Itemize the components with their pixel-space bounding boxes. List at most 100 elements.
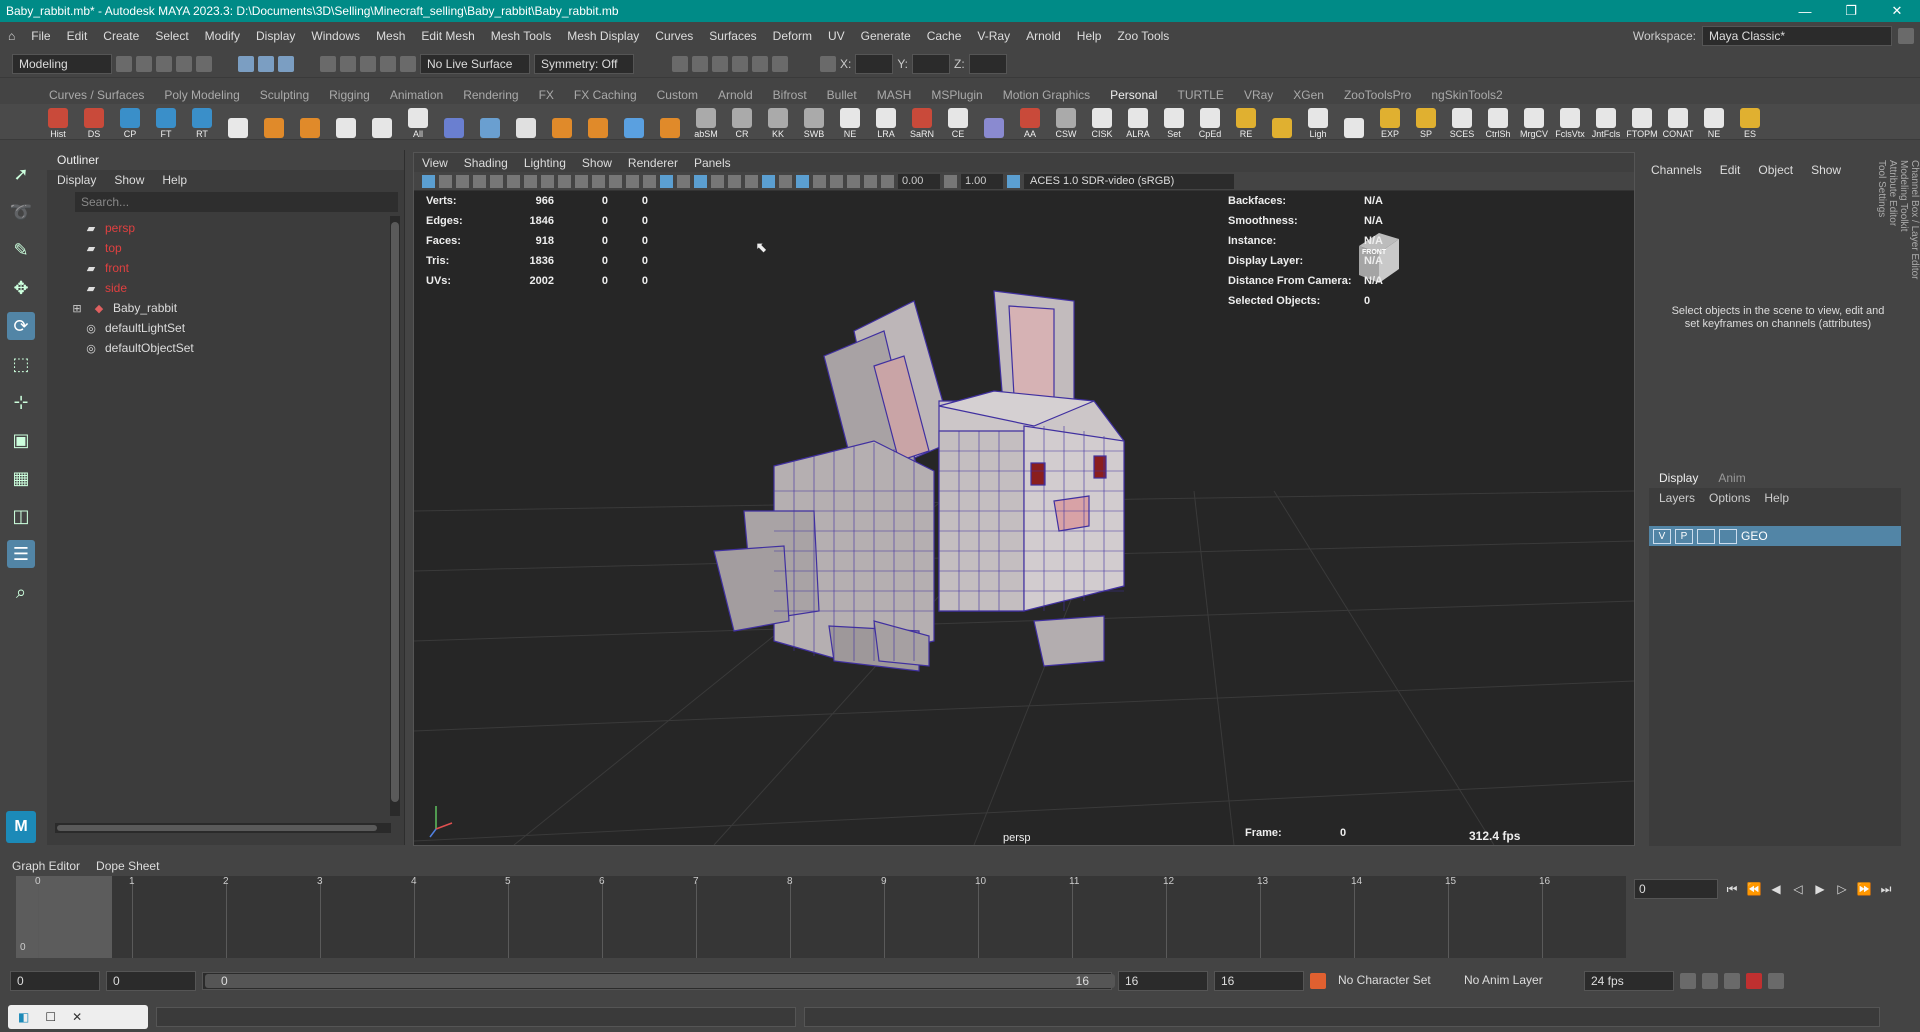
outliner-item-persp[interactable]: ▰ persp (47, 218, 404, 238)
shelf-tab-msplugin[interactable]: MSPlugin (922, 88, 991, 102)
restore-icon[interactable]: ☐ (45, 1010, 56, 1024)
exposure-field[interactable]: 0.00 (898, 173, 940, 189)
record-icon[interactable] (1746, 973, 1762, 989)
shelf-tab-motion-graphics[interactable]: Motion Graphics (994, 88, 1099, 102)
select-camera-icon[interactable] (422, 174, 435, 188)
cb-menu-object[interactable]: Object (1758, 163, 1793, 177)
menu-deform[interactable]: Deform (765, 29, 820, 43)
shelf-button-kk[interactable]: KK (764, 105, 792, 139)
shelf-button-ds[interactable]: DS (80, 105, 108, 139)
menu-windows[interactable]: Windows (303, 29, 368, 43)
shelf-button-tool-11[interactable] (440, 105, 468, 139)
tab-anim[interactable]: Anim (1718, 471, 1745, 485)
open-scene-icon[interactable] (136, 55, 152, 72)
shelf-tab-vray[interactable]: VRay (1235, 88, 1282, 102)
anti-aliasing-icon[interactable] (796, 174, 809, 188)
menu-curves[interactable]: Curves (647, 29, 701, 43)
zoom-icon[interactable]: ⌕ (7, 578, 35, 606)
shelf-button-sp[interactable]: SP (1412, 105, 1440, 139)
outliner-search-input[interactable]: Search... (75, 192, 398, 212)
animation-prefs-icon[interactable] (1768, 973, 1784, 989)
shelf-button-ligh[interactable]: Ligh (1304, 105, 1332, 139)
shelf-button-tool-34[interactable] (1268, 105, 1296, 139)
cb-menu-show[interactable]: Show (1811, 163, 1841, 177)
home-icon[interactable]: ⌂ (0, 29, 23, 43)
playback-start-field[interactable]: 0 (106, 971, 196, 991)
shelf-button-csw[interactable]: CSW (1052, 105, 1080, 139)
tab-graph-editor[interactable]: Graph Editor (12, 859, 80, 873)
outliner-item-default-light-set[interactable]: ◎ defaultLightSet (47, 318, 404, 338)
shelf-button-tool-26[interactable] (980, 105, 1008, 139)
shelf-button-ftopm[interactable]: FTOPM (1626, 105, 1658, 139)
live-surface-field[interactable]: No Live Surface (420, 53, 530, 74)
shelf-button-cp[interactable]: CP (116, 105, 144, 139)
shelf-button-fclsvtx[interactable]: FclsVtx (1555, 105, 1585, 139)
outliner-item-side[interactable]: ▰ side (47, 278, 404, 298)
viewport-menu-shading[interactable]: Shading (464, 156, 508, 170)
redo-icon[interactable] (196, 55, 212, 72)
outliner-menu-display[interactable]: Display (57, 173, 96, 187)
x-field[interactable] (855, 53, 894, 74)
shelf-button-re[interactable]: RE (1232, 105, 1260, 139)
shelf-button-tool-36[interactable] (1340, 105, 1368, 139)
sound-icon[interactable] (1724, 973, 1740, 989)
mel-input[interactable] (156, 1007, 796, 1027)
move-tool-icon[interactable]: ✥ (7, 274, 35, 302)
gate-mask-icon[interactable] (575, 174, 588, 188)
safe-action-icon[interactable] (609, 174, 622, 188)
z-field[interactable] (968, 53, 1007, 74)
shelf-button-cr[interactable]: CR (728, 105, 756, 139)
menu-select[interactable]: Select (147, 29, 196, 43)
shelf-tab-curves-surfaces[interactable]: Curves / Surfaces (40, 88, 153, 102)
shelf-button-tool-15[interactable] (584, 105, 612, 139)
menu-display[interactable]: Display (248, 29, 303, 43)
shelf-tab-personal[interactable]: Personal (1101, 88, 1166, 102)
xray-icon[interactable] (830, 174, 843, 188)
grease-pencil-icon[interactable] (507, 174, 520, 188)
undo-icon[interactable] (176, 55, 192, 72)
menu-help[interactable]: Help (1069, 29, 1110, 43)
loop-icon[interactable] (1680, 973, 1696, 989)
last-tool-icon[interactable]: ⊹ (7, 388, 35, 416)
shelf-button-swb[interactable]: SWB (800, 105, 828, 139)
transform-mode-icon[interactable] (820, 55, 836, 72)
select-by-hierarchy-icon[interactable] (238, 55, 254, 72)
snap-point-icon[interactable] (360, 55, 376, 72)
menu-zoo-tools[interactable]: Zoo Tools (1109, 29, 1177, 43)
select-by-object-icon[interactable] (258, 55, 274, 72)
field-chart-icon[interactable] (592, 174, 605, 188)
play-forward-icon[interactable]: ▶ (1812, 881, 1828, 897)
go-to-end-icon[interactable]: ⏭ (1878, 881, 1894, 897)
snap-view-icon[interactable] (380, 55, 396, 72)
tab-dope-sheet[interactable]: Dope Sheet (96, 859, 159, 873)
menu-create[interactable]: Create (95, 29, 147, 43)
shelf-button-exp[interactable]: EXP (1376, 105, 1404, 139)
shelf-tab-xgen[interactable]: XGen (1284, 88, 1333, 102)
menu-vray[interactable]: V-Ray (969, 29, 1018, 43)
layer-row-geo[interactable]: V P GEO (1649, 526, 1901, 546)
select-tool-icon[interactable]: ➚ (7, 160, 35, 188)
default-material-icon[interactable] (677, 174, 690, 188)
textured-icon[interactable] (711, 174, 724, 188)
close-button[interactable]: ✕ (1874, 0, 1920, 22)
menu-arnold[interactable]: Arnold (1018, 29, 1069, 43)
lights-icon[interactable] (728, 174, 741, 188)
ipr-render-icon[interactable] (692, 55, 708, 72)
motion-blur-icon[interactable] (779, 174, 792, 188)
shelf-button-conat[interactable]: CONAT (1663, 105, 1693, 139)
shelf-button-alra[interactable]: ALRA (1124, 105, 1152, 139)
shelf-button-sarn[interactable]: SaRN (908, 105, 936, 139)
shelf-tab-fx-caching[interactable]: FX Caching (565, 88, 646, 102)
menu-modify[interactable]: Modify (197, 29, 248, 43)
shelf-tab-rigging[interactable]: Rigging (320, 88, 379, 102)
shelf-button-jntfcls[interactable]: JntFcls (1592, 105, 1620, 139)
shelf-button-aa[interactable]: AA (1016, 105, 1044, 139)
outliner-layout-icon[interactable]: ☰ (7, 540, 35, 568)
shelf-button-mrgcv[interactable]: MrgCV (1520, 105, 1548, 139)
shelf-button-tool-6[interactable] (260, 105, 288, 139)
outliner-menu-help[interactable]: Help (162, 173, 187, 187)
minimize-button[interactable]: — (1782, 0, 1828, 22)
viewport-menu-panels[interactable]: Panels (694, 156, 731, 170)
shelf-button-hist[interactable]: Hist (44, 105, 72, 139)
shelf-button-lra[interactable]: LRA (872, 105, 900, 139)
